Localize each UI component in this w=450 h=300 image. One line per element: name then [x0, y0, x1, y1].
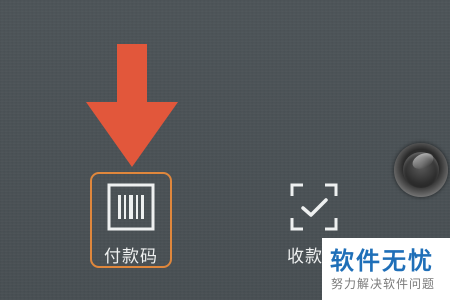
assistive-touch-button[interactable] — [394, 143, 448, 197]
scan-check-icon — [290, 183, 338, 231]
watermark-logo: 软件无忧 努力解决软件问题 — [322, 238, 450, 300]
down-arrow-icon — [86, 44, 178, 167]
watermark-subtitle: 努力解决软件问题 — [331, 277, 436, 291]
barcode-icon — [107, 183, 155, 231]
payment-screen: 付款码 收款码 软件无忧 努力解决软件问题 — [0, 0, 450, 300]
watermark-title: 软件无忧 — [330, 247, 434, 275]
pay-code-button[interactable]: 付款码 — [90, 172, 172, 268]
pay-code-label: 付款码 — [104, 247, 158, 267]
assistive-touch-gloss — [410, 150, 436, 172]
down-arrow-shape — [86, 44, 178, 167]
